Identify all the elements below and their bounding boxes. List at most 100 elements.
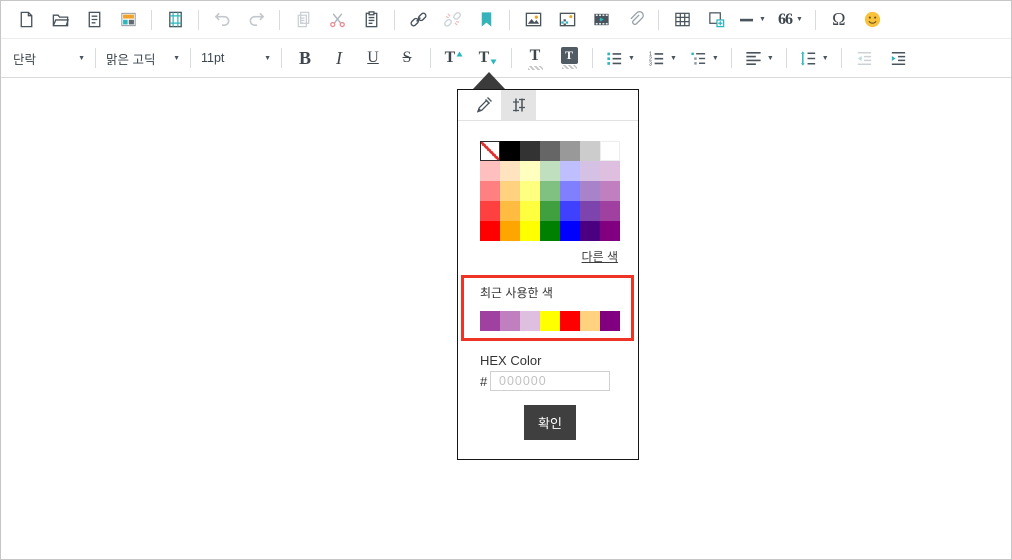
paragraph-select[interactable]: 단락 ▼ [9, 45, 89, 71]
multilevel-list-button[interactable]: ▼ [688, 44, 720, 72]
color-swatch[interactable] [600, 161, 620, 181]
color-swatch[interactable] [480, 161, 500, 181]
color-swatch[interactable] [540, 181, 560, 201]
color-swatch[interactable] [520, 311, 540, 331]
video-button[interactable] [589, 6, 613, 34]
horizontal-line-button[interactable]: ▼ [738, 6, 767, 34]
redo-button[interactable] [244, 6, 268, 34]
font-select[interactable]: 맑은 고딕 ▼ [102, 45, 184, 71]
indent-button[interactable] [887, 44, 911, 72]
color-swatch[interactable] [540, 311, 560, 331]
bookmark-icon [481, 12, 491, 27]
cut-button[interactable] [325, 6, 349, 34]
align-button[interactable]: ▼ [743, 44, 775, 72]
bold-button[interactable]: B [293, 44, 317, 72]
print-frame-button[interactable] [163, 6, 187, 34]
undo-icon [214, 12, 229, 27]
multilevel-list-icon [691, 52, 706, 65]
strikethrough-button[interactable]: S [395, 44, 419, 72]
color-swatch[interactable] [540, 141, 560, 161]
color-swatch[interactable] [560, 221, 580, 241]
toolbar-separator [814, 9, 816, 30]
color-swatch[interactable] [520, 201, 540, 221]
template-button[interactable] [116, 6, 140, 34]
color-swatch[interactable] [500, 161, 520, 181]
color-swatch[interactable] [500, 141, 520, 161]
italic-button[interactable]: I [327, 44, 351, 72]
color-swatch[interactable] [580, 141, 600, 161]
image-button[interactable] [521, 6, 545, 34]
palette-row [480, 181, 620, 201]
subscript-button[interactable]: T [476, 44, 500, 72]
document-button[interactable] [82, 6, 106, 34]
table-button[interactable] [670, 6, 694, 34]
line-height-button[interactable]: ▼ [798, 44, 830, 72]
color-swatch[interactable] [500, 311, 520, 331]
color-swatch[interactable] [600, 141, 620, 161]
new-document-button[interactable] [14, 6, 38, 34]
eyedropper-tab[interactable] [466, 90, 501, 120]
color-swatch[interactable] [560, 201, 580, 221]
color-swatch[interactable] [600, 181, 620, 201]
hex-color-input[interactable] [490, 371, 610, 391]
color-swatch[interactable] [520, 161, 540, 181]
color-swatch[interactable] [540, 221, 560, 241]
outdent-button[interactable] [853, 44, 877, 72]
photo-button[interactable] [555, 6, 579, 34]
color-swatch[interactable] [520, 221, 540, 241]
paste-button[interactable] [359, 6, 383, 34]
color-swatch[interactable] [480, 141, 500, 161]
color-swatch[interactable] [580, 161, 600, 181]
color-swatch[interactable] [560, 141, 580, 161]
unlink-button[interactable] [440, 6, 464, 34]
underline-button[interactable]: U [361, 44, 385, 72]
color-swatch[interactable] [600, 311, 620, 331]
image-icon [525, 12, 541, 27]
copy-button[interactable] [291, 6, 315, 34]
confirm-button[interactable]: 확인 [524, 405, 576, 440]
open-file-button[interactable] [48, 6, 72, 34]
dropdown-arrow-icon: ▼ [628, 54, 635, 62]
blockquote-button[interactable]: 66 ▼ [777, 6, 804, 34]
emoticon-button[interactable] [861, 6, 885, 34]
other-colors-link[interactable]: 다른 색 [582, 248, 618, 265]
color-swatch[interactable] [580, 201, 600, 221]
text-color-button[interactable]: T [523, 44, 547, 72]
color-swatch[interactable] [540, 201, 560, 221]
color-swatch[interactable] [580, 181, 600, 201]
insert-frame-button[interactable] [704, 6, 728, 34]
color-swatch[interactable] [560, 311, 580, 331]
color-swatch[interactable] [600, 221, 620, 241]
special-character-button[interactable]: Ω [827, 6, 851, 34]
color-swatch[interactable] [520, 181, 540, 201]
superscript-button[interactable]: T [442, 44, 466, 72]
bullet-list-button[interactable]: ▼ [604, 44, 636, 72]
link-button[interactable] [406, 6, 430, 34]
dropdown-arrow-icon: ▼ [795, 16, 803, 23]
background-color-button[interactable]: T [557, 44, 581, 72]
undo-button[interactable] [210, 6, 234, 34]
color-swatch[interactable] [600, 201, 620, 221]
toolbar-separator [95, 48, 96, 68]
palette-settings-tab[interactable] [501, 90, 536, 120]
link-icon [409, 12, 427, 27]
numbered-list-button[interactable]: 123 ▼ [646, 44, 678, 72]
font-size-select[interactable]: 11pt ▼ [197, 45, 275, 71]
editor-content[interactable]: 다른 색 최근 사용한 색 HEX Color # 확인 [1, 72, 1011, 559]
color-swatch[interactable] [580, 221, 600, 241]
color-swatch[interactable] [480, 311, 500, 331]
color-swatch[interactable] [540, 161, 560, 181]
color-swatch[interactable] [500, 201, 520, 221]
color-swatch[interactable] [560, 181, 580, 201]
color-swatch[interactable] [580, 311, 600, 331]
color-swatch[interactable] [520, 141, 540, 161]
color-swatch[interactable] [560, 161, 580, 181]
color-swatch[interactable] [480, 201, 500, 221]
color-swatch[interactable] [500, 221, 520, 241]
color-swatch[interactable] [480, 221, 500, 241]
color-swatch[interactable] [480, 181, 500, 201]
bookmark-button[interactable] [474, 6, 498, 34]
dropdown-arrow-icon: ▼ [669, 54, 677, 62]
attachment-button[interactable] [623, 6, 647, 34]
color-swatch[interactable] [500, 181, 520, 201]
